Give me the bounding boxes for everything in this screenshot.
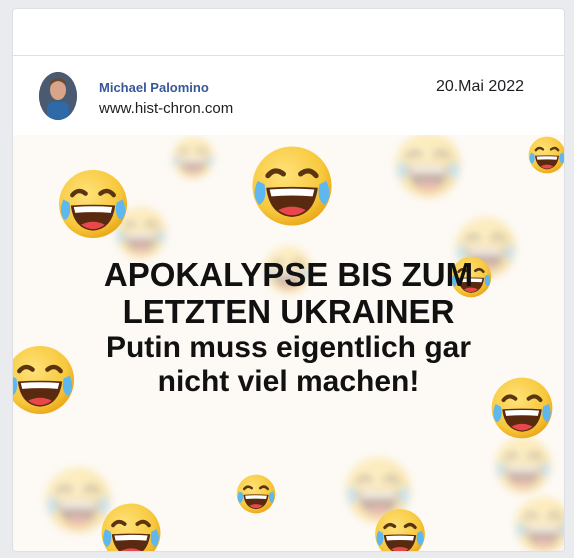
laughing-crying-emoji-icon [163, 135, 223, 180]
headline-line-3: Putin muss eigentlich gar [105, 330, 472, 364]
meme-image[interactable]: APOKALYPSE BIS ZUM LETZTEN UKRAINER Puti… [13, 135, 564, 552]
laughing-crying-emoji-icon [373, 507, 427, 552]
meme-headline: APOKALYPSE BIS ZUM LETZTEN UKRAINER Puti… [13, 256, 564, 398]
avatar[interactable] [39, 72, 77, 120]
post-date: 20.Mai 2022 [435, 78, 524, 95]
laughing-crying-emoji-icon [99, 501, 163, 552]
laughing-crying-emoji-icon [393, 135, 463, 200]
laughing-crying-emoji-icon [53, 167, 133, 241]
author-name[interactable]: Michael Palomino [99, 80, 209, 95]
headline-line-2: LETZTEN UKRAINER [122, 292, 455, 330]
headline-line-4: nicht viel machen! [157, 364, 420, 398]
website-text: www.hist-chron.com [99, 100, 234, 117]
laughing-crying-emoji-icon [247, 143, 337, 229]
post-card: Michael Palomino www.hist-chron.com 20.M… [12, 8, 565, 552]
laughing-crying-emoji-icon [235, 473, 277, 515]
card-top-bar [13, 9, 564, 56]
post-header: Michael Palomino www.hist-chron.com 20.M… [13, 56, 564, 136]
avatar-image [39, 72, 77, 120]
headline-line-1: APOKALYPSE BIS ZUM [103, 256, 474, 293]
laughing-crying-emoji-icon [493, 435, 553, 495]
laughing-crying-emoji-icon [513, 495, 564, 552]
laughing-crying-emoji-icon [527, 135, 564, 175]
